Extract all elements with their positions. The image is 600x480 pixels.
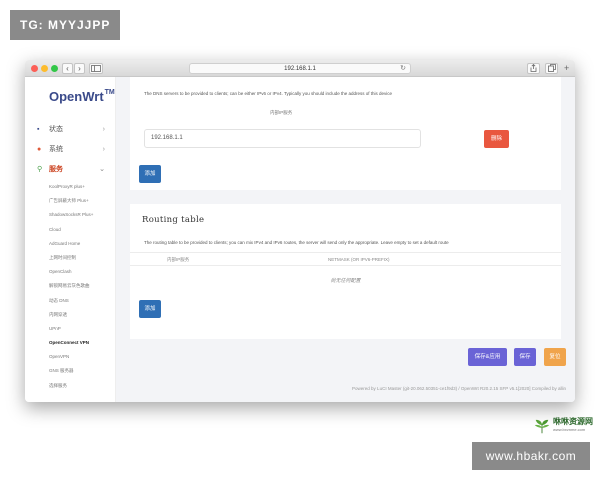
watermark-brand: 咻咻资源网 (553, 416, 593, 426)
sidebar-subitem[interactable]: 广告屏蔽大师 Plus+ (25, 194, 116, 208)
services-submenu: KoolProxyR plus+ 广告屏蔽大师 Plus+ ShadowSocksR… (25, 180, 116, 393)
save-apply-button[interactable]: 保存&应用 (468, 348, 507, 366)
watermark-site: www.bxvnme.com (553, 427, 586, 432)
link-icon: ⚲ (37, 166, 43, 173)
browser-titlebar: ‹ › 192.168.1.1 ↻ + (25, 60, 575, 77)
url-bar[interactable]: 192.168.1.1 ↻ (189, 63, 411, 74)
add-dns-button[interactable]: 添加 (139, 165, 161, 183)
sidebar-subitem[interactable]: ShadowSocksR Plus+ (25, 208, 116, 222)
page-footer: Powered by LuCI Master (git-20.062.50351… (352, 386, 566, 391)
new-tab-icon[interactable]: + (564, 63, 569, 73)
url-text: 192.168.1.1 (284, 66, 316, 72)
watermark-logo: 咻咻资源网 www.bxvnme.com (533, 415, 595, 439)
sidebar-toggle-icon[interactable] (89, 63, 103, 74)
sidebar-item-services[interactable]: ⚲ 服务 ⌄ (25, 160, 116, 180)
tabs-icon[interactable] (545, 63, 558, 74)
dns-section: The DNS servers to be provided to client… (130, 77, 561, 190)
save-button[interactable]: 保存 (514, 348, 536, 366)
sidebar-item-label: 系统 (49, 146, 63, 153)
reset-button[interactable]: 复位 (544, 348, 566, 366)
routing-col-header: 内部IP服务 (167, 257, 190, 262)
sidebar-menu: ▪ 状态 › ● 系统 › ⚲ 服务 ⌄ KoolProxyR plus+ 广告屏… (25, 120, 116, 393)
sidebar-subitem[interactable]: GNS 服务器 (25, 364, 116, 378)
chevron-down-icon: ⌄ (99, 166, 105, 173)
routing-col-header: NETMASK (OR IPV6-PREFIX) (328, 257, 390, 262)
sidebar-subitem[interactable]: 内网穿透 (25, 308, 116, 322)
sidebar-subitem[interactable]: 选择服务 (25, 379, 116, 393)
sidebar-subitem[interactable]: OpenConnect VPN (25, 336, 116, 350)
sidebar-item-label: 状态 (49, 126, 63, 133)
dns-ip-input[interactable]: 192.168.1.1 (144, 129, 421, 148)
dns-column-header: 内部IP服务 (270, 110, 293, 115)
minimize-window-button[interactable] (41, 65, 48, 72)
dns-description: The DNS servers to be provided to client… (144, 91, 393, 96)
sidebar-subitem[interactable]: OpenClash (25, 265, 116, 279)
sidebar-item-status[interactable]: ▪ 状态 › (25, 120, 116, 140)
delete-button[interactable]: 删除 (484, 130, 509, 148)
sidebar: OpenWrtTM ▪ 状态 › ● 系统 › ⚲ 服务 ⌄ KoolProxy… (25, 77, 116, 402)
sidebar-subitem[interactable]: OpenVPN (25, 350, 116, 364)
sidebar-subitem[interactable]: UPnP (25, 322, 116, 336)
sidebar-subitem[interactable]: 动态 DNS (25, 294, 116, 308)
grid-icon: ▪ (37, 126, 40, 133)
main-content: The DNS servers to be provided to client… (116, 77, 575, 402)
routing-section: Routing table The routing table to be pr… (130, 204, 561, 339)
routing-title: Routing table (142, 215, 205, 225)
sidebar-item-system[interactable]: ● 系统 › (25, 140, 116, 160)
reload-icon[interactable]: ↻ (400, 64, 406, 74)
openwrt-logo: OpenWrtTM (49, 89, 115, 104)
gear-icon: ● (37, 146, 42, 153)
sidebar-subitem[interactable]: 解锁网易云灰色歌曲 (25, 279, 116, 293)
chevron-right-icon: › (102, 126, 105, 133)
close-window-button[interactable] (31, 65, 38, 72)
routing-empty-text: 尚无任何配置 (330, 278, 361, 284)
routing-table-header: 内部IP服务 NETMASK (OR IPV6-PREFIX) (130, 252, 561, 266)
sidebar-subitem[interactable]: Cloud (25, 223, 116, 237)
leaf-icon (534, 419, 550, 434)
sidebar-subitem[interactable]: AdGuard Home (25, 237, 116, 251)
share-icon[interactable] (527, 63, 540, 74)
watermark-top-tag: TG: MYYJJPP (10, 10, 120, 40)
routing-description: The routing table to be provided to clie… (144, 240, 449, 245)
forward-button[interactable]: › (74, 63, 85, 74)
add-route-button[interactable]: 添加 (139, 300, 161, 318)
sidebar-item-label: 服务 (49, 166, 63, 173)
watermark-bottom-tag: www.hbakr.com (472, 442, 590, 470)
sidebar-subitem[interactable]: 上网时间控制 (25, 251, 116, 265)
back-button[interactable]: ‹ (62, 63, 73, 74)
sidebar-subitem[interactable]: KoolProxyR plus+ (25, 180, 116, 194)
zoom-window-button[interactable] (51, 65, 58, 72)
browser-window: ‹ › 192.168.1.1 ↻ + OpenWrtTM ▪ 状态 › ● 系… (25, 60, 575, 402)
chevron-right-icon: › (102, 146, 105, 153)
